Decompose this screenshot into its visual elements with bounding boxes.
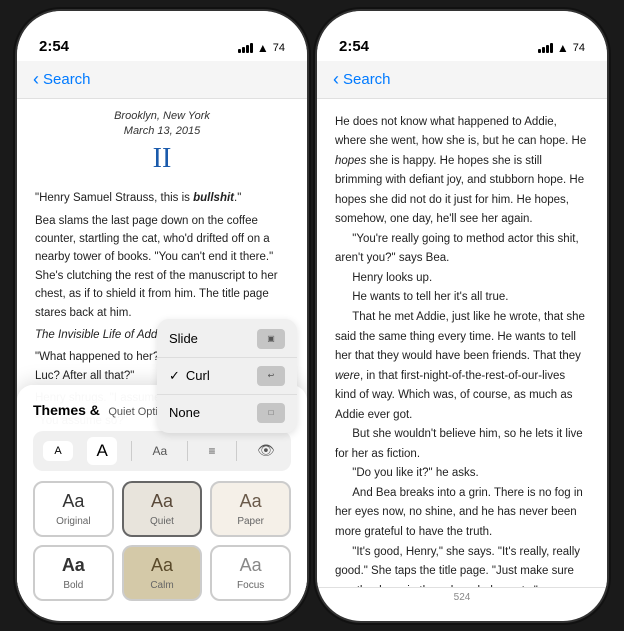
book-content-left: Brooklyn, New YorkMarch 13, 2015 II "Hen… [17,99,307,617]
status-icons-right: ▲ 74 [538,41,585,55]
back-label-right: Search [343,71,391,88]
theme-quiet-label: Quiet [150,516,174,527]
signal-icon [238,43,253,53]
theme-calm-label: Calm [150,580,173,591]
theme-bold[interactable]: Aa Bold [33,545,114,601]
transition-none[interactable]: None □ [157,395,297,431]
nav-bar-right: ‹ Search [317,61,607,99]
none-icon: □ [257,403,285,423]
theme-quiet-aa: Aa [151,491,173,512]
theme-bold-label: Bold [63,580,83,591]
large-a-label: A [97,441,108,460]
curl-label: Curl [186,368,210,383]
wifi-icon: ▲ [257,41,269,55]
nav-bar-left: ‹ Search [17,61,307,99]
curl-icon: ↩ [257,366,285,386]
reading-para-2: "You're really going to method actor thi… [335,230,589,269]
back-label-left: Search [43,71,91,88]
book-location: Brooklyn, New YorkMarch 13, 2015 [35,109,289,140]
slide-label: Slide [169,331,198,346]
font-selector-icon[interactable]: Aa [147,442,174,460]
theme-calm[interactable]: Aa Calm [122,545,203,601]
battery-right: 74 [573,42,585,54]
time-right: 2:54 [339,38,369,55]
check-mark: ✓ [169,368,180,384]
divider-2 [187,441,188,461]
chevron-left-icon: ‹ [33,69,39,90]
book-header: Brooklyn, New YorkMarch 13, 2015 II [17,99,307,186]
right-phone: 2:54 ▲ 74 ‹ Search He does not [317,11,607,621]
para-2: Bea slams the last page down on the coff… [35,212,289,322]
themes-title: Themes & [33,402,100,418]
theme-focus-label: Focus [237,580,264,591]
small-a-label: A [54,445,61,457]
battery-left: 74 [273,42,285,54]
back-button-right[interactable]: ‹ Search [333,69,391,90]
back-button-left[interactable]: ‹ Search [33,69,91,90]
reading-para-6: But she wouldn't believe him, so he lets… [335,425,589,464]
signal-icon-right [538,43,553,53]
divider-1 [131,441,132,461]
reading-para-4: He wants to tell her it's all true. [335,288,589,308]
decrease-font-button[interactable]: A [43,441,73,461]
reading-para-1: He does not know what happened to Addie,… [335,113,589,230]
book-content-right: He does not know what happened to Addie,… [317,99,607,587]
increase-font-button[interactable]: A [87,437,117,465]
theme-focus[interactable]: Aa Focus [210,545,291,601]
theme-focus-aa: Aa [240,555,262,576]
reading-para-7: "Do you like it?" he asks. [335,464,589,484]
status-bar-right: 2:54 ▲ 74 [317,11,607,61]
page-number: 524 [317,587,607,607]
reading-para-5: That he met Addie, just like he wrote, t… [335,308,589,425]
theme-quiet[interactable]: Aa Quiet [122,481,203,537]
status-icons-left: ▲ 74 [238,41,285,55]
chapter-number: II [35,143,289,175]
theme-paper-aa: Aa [240,491,262,512]
none-label: None [169,405,200,420]
theme-original[interactable]: Aa Original [33,481,114,537]
page-number-value: 524 [454,592,471,603]
theme-bold-aa: Aa [62,555,85,576]
chevron-left-icon-right: ‹ [333,69,339,90]
para-1: "Henry Samuel Strauss, this is bullshit.… [35,189,289,207]
reading-para-9: "It's good, Henry," she says. "It's real… [335,543,589,587]
reading-para-8: And Bea breaks into a grin. There is no … [335,484,589,543]
transition-slide[interactable]: Slide ▣ [157,321,297,358]
eye-button[interactable]: 👁 [251,440,281,462]
theme-grid: Aa Original Aa Quiet Aa Paper [33,481,291,601]
divider-3 [236,441,237,461]
time-left: 2:54 [39,38,69,55]
wifi-icon-right: ▲ [557,41,569,55]
font-controls: A A Aa ≡ 👁 [33,431,291,471]
theme-original-label: Original [56,516,90,527]
text-options-icon[interactable]: ≡ [203,442,222,460]
theme-paper[interactable]: Aa Paper [210,481,291,537]
phones-container: 2:54 ▲ 74 ‹ Search [17,11,607,621]
reading-para-3: Henry looks up. [335,269,589,289]
theme-calm-aa: Aa [151,555,173,576]
theme-original-aa: Aa [62,491,84,512]
reading-text: He does not know what happened to Addie,… [317,99,607,587]
left-phone: 2:54 ▲ 74 ‹ Search [17,11,307,621]
transition-selector: Slide ▣ ✓ Curl ↩ None [157,319,297,433]
theme-paper-label: Paper [237,516,264,527]
transition-curl[interactable]: ✓ Curl ↩ [157,358,297,395]
status-bar-left: 2:54 ▲ 74 [17,11,307,61]
slide-icon: ▣ [257,329,285,349]
